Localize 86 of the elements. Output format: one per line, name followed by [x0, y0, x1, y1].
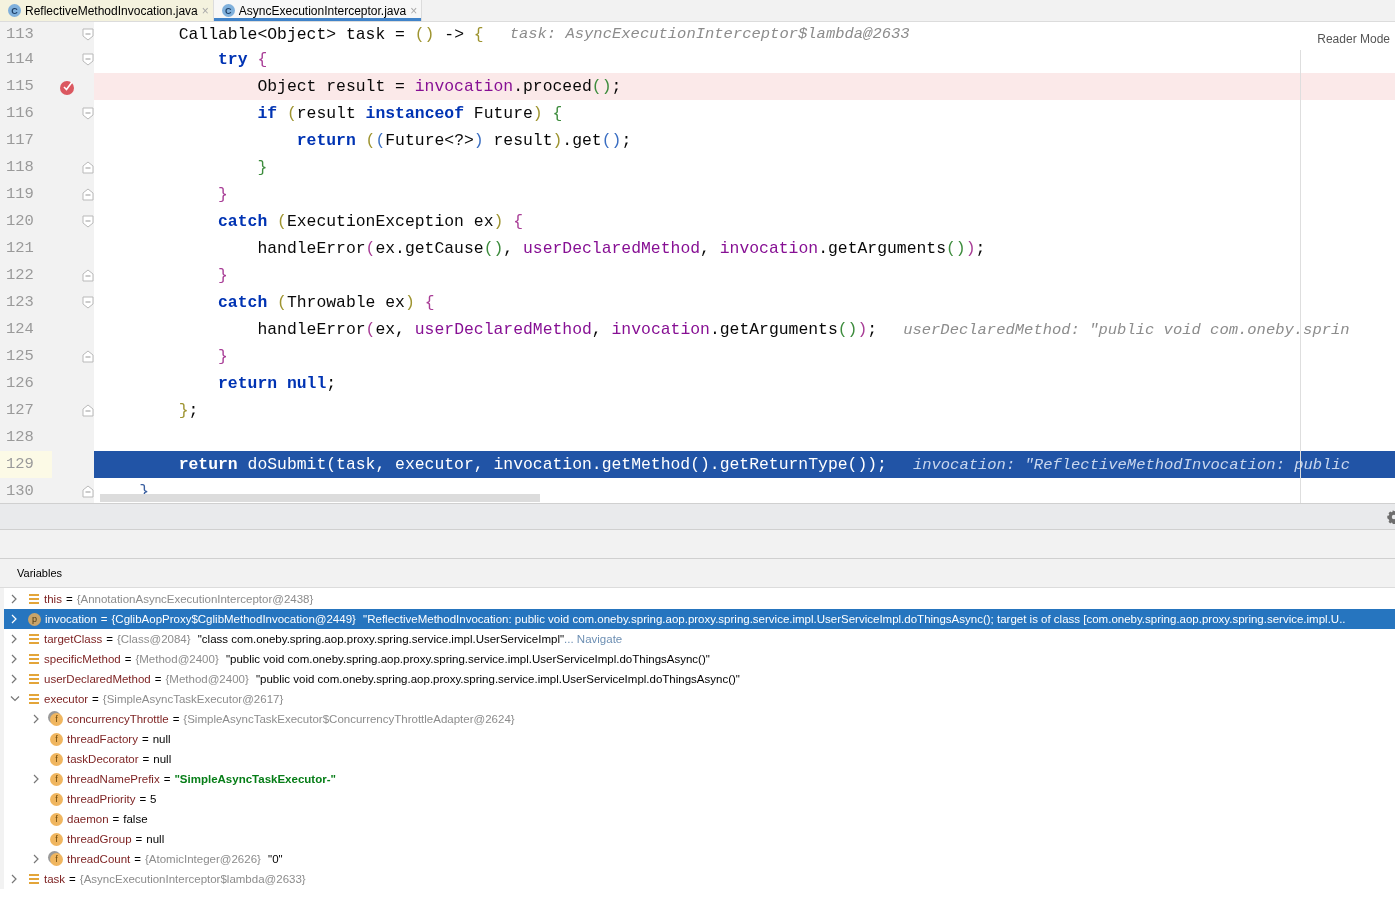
fold-marker-icon[interactable] [82, 404, 94, 417]
line-number: 128 [5, 427, 35, 448]
code-line: Object result = invocation.proceed(); [256, 77, 622, 96]
list-icon [28, 633, 40, 645]
line-number: 118 [5, 157, 35, 178]
line-number: 130 [5, 481, 35, 502]
code-line: return doSubmit(task, executor, invocation.getMethod().getReturnType()); [177, 455, 887, 474]
breakpoint-icon[interactable] [59, 78, 75, 95]
fold-marker-icon[interactable] [82, 161, 94, 174]
code-line: catch (ExecutionException ex) { [217, 212, 523, 231]
chevron-down-icon[interactable] [10, 694, 20, 704]
variable-row[interactable]: f concurrencyThrottle = {SimpleAsyncTaskExecutor$ConcurrencyThrottleAdapter@2624} [4, 709, 1395, 729]
field-icon: f [50, 732, 63, 746]
code-line: try { [217, 50, 268, 69]
variable-row[interactable]: specificMethod = {Method@2400} "public void com.oneby.spring.aop.proxy.spring.service.impl.UserServiceImpl.doThingsAsync()" [4, 649, 1395, 669]
horizontal-scrollbar[interactable] [100, 494, 540, 502]
fold-marker-icon[interactable] [82, 107, 94, 120]
code-line: Callable<Object> task = () -> { [177, 24, 484, 44]
field-icon: f [50, 752, 63, 766]
field-icon: f [50, 852, 63, 866]
code-line: catch (Throwable ex) { [217, 293, 435, 312]
line-number: 116 [5, 103, 35, 124]
field-icon: f [50, 832, 63, 846]
code-line: } [256, 158, 268, 177]
line-number: 125 [5, 346, 35, 367]
list-icon [28, 653, 40, 665]
reader-mode-link[interactable]: Reader Mode [1317, 32, 1390, 46]
list-icon [28, 873, 40, 885]
code-line: } [217, 185, 228, 204]
line-number: 114 [5, 49, 35, 70]
code-line: handleError(ex.getCause(), userDeclaredMethod, invocation.getArguments()); [256, 239, 986, 258]
list-icon [28, 673, 40, 685]
line-number: 119 [5, 184, 35, 205]
variable-row[interactable]: f threadCount = {AtomicInteger@2626} "0" [4, 849, 1395, 869]
field-icon: f [50, 812, 63, 826]
inline-hint: task: AsyncExecutionInterceptor$lambda@2633 [509, 25, 910, 43]
panel-title: Variables [17, 567, 63, 579]
line-number: 124 [5, 319, 35, 340]
line-number: 127 [5, 400, 35, 421]
line-number: 120 [5, 211, 35, 232]
fold-marker-icon[interactable] [82, 485, 94, 498]
variable-row[interactable]: f daemon = false [4, 809, 1395, 829]
code-line: } [217, 347, 228, 366]
variable-row[interactable]: this = {AnnotationAsyncExecutionInterceptor@2438} [4, 589, 1395, 609]
field-icon: f [50, 712, 63, 726]
line-number: 126 [5, 373, 35, 394]
class-file-icon: C [221, 4, 235, 17]
field-icon: f [50, 792, 63, 806]
code-line: }; [177, 401, 199, 420]
fold-marker-icon[interactable] [82, 53, 94, 66]
variable-row[interactable]: userDeclaredMethod = {Method@2400} "public void com.oneby.spring.aop.proxy.spring.service.impl.UserServiceImpl.doThingsAsync()" [4, 669, 1395, 689]
fold-marker-icon[interactable] [82, 27, 94, 41]
list-icon [28, 693, 40, 705]
fold-marker-icon[interactable] [82, 269, 94, 282]
line-number: 129 [0, 451, 52, 478]
code-line: if (result instanceof Future) { [256, 104, 563, 123]
line-number: 115 [5, 76, 35, 97]
line-number: 113 [5, 23, 35, 45]
variable-row[interactable]: targetClass = {Class@2084} "class com.oneby.spring.aop.proxy.spring.service.impl.UserServiceImpl"... Navigate [4, 629, 1395, 649]
code-line: return ((Future<?>) result).get(); [295, 131, 632, 150]
parameter-icon: p [28, 612, 41, 626]
code-line: handleError(ex, userDeclaredMethod, invocation.getArguments()); [256, 320, 878, 339]
field-icon: f [50, 772, 63, 786]
variable-row[interactable]: f threadPriority = 5 [4, 789, 1395, 809]
line-number: 121 [5, 238, 35, 259]
variable-row[interactable]: f threadGroup = null [4, 829, 1395, 849]
fold-marker-icon[interactable] [82, 350, 94, 363]
code-line: } [217, 266, 228, 285]
line-number: 122 [5, 265, 35, 286]
variable-row[interactable]: f threadFactory = null [4, 729, 1395, 749]
variable-row[interactable]: executor = {SimpleAsyncTaskExecutor@2617} [4, 689, 1395, 709]
variable-row[interactable]: p invocation = {CglibAopProxy$CglibMethodInvocation@2449} "ReflectiveMethodInvocation: public void com.oneby.spring.aop.proxy.spring.service.impl.UserServiceImpl.doThingsAsync(); target is of class [com.oneby.spring.aop.proxy.spring.service.impl.U.. [4, 609, 1395, 629]
line-number: 123 [5, 292, 35, 313]
variable-row[interactable]: task = {AsyncExecutionInterceptor$lambda@2633} [4, 869, 1395, 889]
line-number: 117 [5, 130, 35, 151]
fold-marker-icon[interactable] [82, 215, 94, 228]
code-line: return null; [217, 374, 337, 393]
variable-row[interactable]: f threadNamePrefix = "SimpleAsyncTaskExecutor-" [4, 769, 1395, 789]
fold-marker-icon[interactable] [82, 296, 94, 309]
variable-row[interactable]: f taskDecorator = null [4, 749, 1395, 769]
editor-tab[interactable]: C ReflectiveMethodInvocation.java × [0, 0, 214, 21]
inline-hint: userDeclaredMethod: "public void com.oneby.sprin [903, 320, 1350, 339]
fold-marker-icon[interactable] [82, 188, 94, 201]
list-icon [28, 593, 40, 605]
editor-tab[interactable]: C AsyncExecutionInterceptor.java × [213, 0, 423, 21]
class-file-icon: C [8, 4, 21, 17]
